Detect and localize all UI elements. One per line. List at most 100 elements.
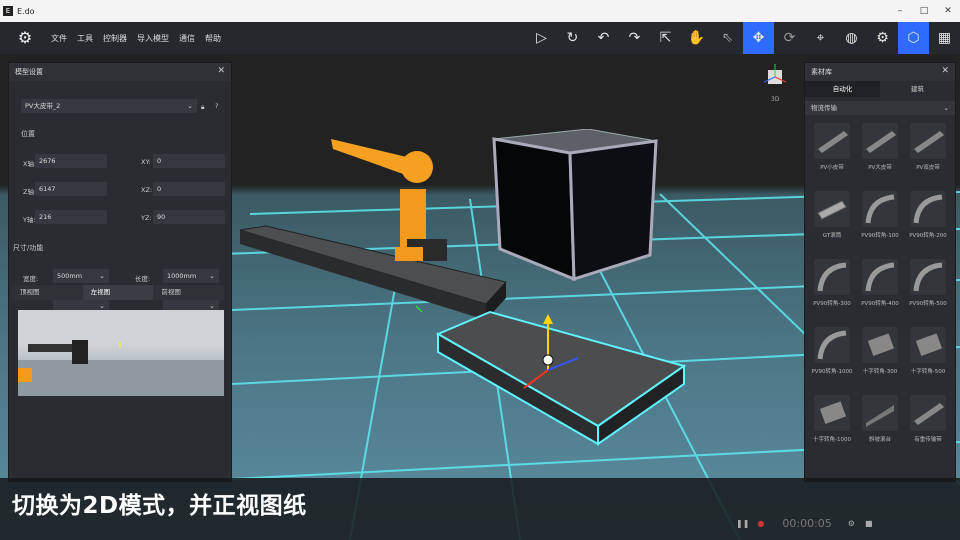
xy-field[interactable]: 0	[153, 154, 225, 168]
asset-item[interactable]: 斜坡滚台	[857, 395, 903, 443]
asset-item[interactable]: PV双皮带	[905, 123, 951, 171]
asset-item[interactable]: PV90转角-300	[809, 259, 855, 307]
recording-controls: ❚❚ ● 00:00:05 ⚙ ■	[730, 510, 960, 536]
move-icon: ✥	[752, 30, 765, 46]
width-select[interactable]: 500mm ⌄	[53, 269, 109, 283]
robot-arm-logo-icon: ⚙	[17, 28, 33, 47]
menu-controller[interactable]: 控制器	[103, 33, 127, 44]
globe-icon: ◍	[845, 30, 858, 46]
z-axis-field[interactable]: 6147	[35, 182, 107, 196]
model-select-value: PV大皮带_2	[25, 102, 61, 110]
asset-label: PV90转角-200	[909, 233, 947, 239]
menu-file[interactable]: 文件	[51, 33, 67, 44]
asset-item[interactable]: PV小皮带	[809, 123, 855, 171]
globe-button[interactable]: ◍	[836, 22, 867, 54]
undo-icon: ↶	[597, 30, 610, 46]
asset-thumbnail	[862, 191, 898, 227]
asset-item[interactable]: PV90转角-200	[905, 191, 951, 239]
model-select[interactable]: PV大皮带_2 ⌄	[21, 99, 197, 113]
select-cursor-button[interactable]: ⇱	[650, 22, 681, 54]
undo-button[interactable]: ↶	[588, 22, 619, 54]
asset-item[interactable]: PV90转角-100	[857, 191, 903, 239]
width-value: 500mm	[57, 272, 83, 280]
length-label: 长度:	[135, 275, 151, 283]
play-icon: ▷	[536, 30, 547, 46]
grid-apps-icon: ▦	[937, 30, 952, 46]
close-icon[interactable]: ✕	[217, 66, 225, 76]
asset-item[interactable]: 有重传输带	[905, 395, 951, 443]
maximize-button[interactable]: □	[912, 0, 936, 22]
asset-label: 十字转角-1000	[813, 437, 851, 443]
model-settings-header: 模型设置 ✕	[9, 63, 231, 81]
asset-label: PV双皮带	[916, 165, 940, 171]
close-icon[interactable]: ✕	[941, 66, 949, 76]
yz-field[interactable]: 90	[153, 210, 225, 224]
asset-item[interactable]: PV90转角-500	[905, 259, 951, 307]
target-button[interactable]: ⌖	[805, 22, 836, 54]
asset-item[interactable]: GT滚筒	[809, 191, 855, 239]
asset-item[interactable]: PV90转角-400	[857, 259, 903, 307]
category-header[interactable]: 物流传输 ⌄	[805, 101, 955, 115]
robot-hand-button[interactable]: ✋	[681, 22, 712, 54]
redo-button[interactable]: ↷	[619, 22, 650, 54]
rotate-button[interactable]: ⟳	[774, 22, 805, 54]
dark-cabinet-frame[interactable]	[488, 129, 663, 289]
chevron-down-icon: ⌄	[187, 102, 193, 110]
asset-label: 十字转角-500	[910, 369, 946, 375]
stop-icon[interactable]: ■	[865, 519, 873, 528]
y-axis-field[interactable]: 216	[35, 210, 107, 224]
menu-help[interactable]: 帮助	[205, 33, 221, 44]
x-axis-field[interactable]: 2676	[35, 154, 107, 168]
y-axis-label: Y轴:	[23, 216, 36, 224]
asset-label: PV90转角-400	[861, 301, 899, 307]
gear-icon: ⚙	[876, 30, 889, 46]
asset-item[interactable]: PV90转角-1000	[809, 327, 855, 375]
app-icon: E	[3, 6, 13, 16]
category-label: 物流传输	[811, 104, 837, 112]
reset-button[interactable]: ↻	[557, 22, 588, 54]
pause-icon[interactable]: ❚❚	[736, 519, 749, 528]
length-select[interactable]: 1000mm ⌄	[163, 269, 219, 283]
xz-field[interactable]: 0	[153, 182, 225, 196]
settings-icon[interactable]: ⚙	[848, 519, 855, 528]
grid-apps-button[interactable]: ▦	[929, 22, 960, 54]
view-cube-gizmo[interactable]	[760, 62, 790, 92]
xz-label: XZ:	[141, 186, 153, 194]
yz-label: YZ:	[141, 214, 152, 222]
asset-thumbnail	[910, 327, 946, 363]
recording-time: 00:00:05	[782, 516, 832, 530]
panel-title: 模型设置	[15, 68, 43, 76]
close-window-button[interactable]: ✕	[936, 0, 960, 22]
minimize-button[interactable]: –	[888, 0, 912, 22]
menu-communication[interactable]: 通信	[179, 33, 195, 44]
industrial-robot-arm[interactable]	[325, 129, 475, 269]
tab-building[interactable]: 建筑	[880, 81, 955, 97]
chevron-down-icon: ⌄	[99, 272, 105, 280]
record-icon[interactable]: ●	[757, 519, 764, 528]
tab-left-view[interactable]: 左视图	[82, 285, 154, 300]
cube-button[interactable]: ⬡	[898, 22, 929, 54]
asset-thumbnail	[910, 191, 946, 227]
asset-item[interactable]: 十字转角-500	[905, 327, 951, 375]
asset-thumbnail	[910, 123, 946, 159]
asset-item[interactable]: 十字转角-300	[857, 327, 903, 375]
tab-top-view[interactable]: 顶视图	[12, 285, 83, 300]
lock-icon[interactable]: 🔒︎	[201, 103, 204, 112]
view-mode-label: 3D	[771, 96, 780, 103]
asset-label: PV大皮带	[868, 165, 892, 171]
tab-automation[interactable]: 自动化	[805, 81, 880, 97]
tab-front-view[interactable]: 前视图	[153, 285, 225, 300]
pointer-button[interactable]: ⇖	[712, 22, 743, 54]
menu-import-model[interactable]: 导入模型	[137, 33, 169, 44]
move-button[interactable]: ✥	[743, 22, 774, 54]
play-button[interactable]: ▷	[526, 22, 557, 54]
menu-tools[interactable]: 工具	[77, 33, 93, 44]
reset-icon: ↻	[566, 30, 579, 46]
preview-scene	[18, 340, 224, 396]
view-preview[interactable]	[18, 310, 224, 396]
help-icon[interactable]: ?	[215, 102, 218, 110]
asset-item[interactable]: 十字转角-1000	[809, 395, 855, 443]
chevron-down-icon: ⌄	[943, 104, 949, 112]
gear-button[interactable]: ⚙	[867, 22, 898, 54]
asset-item[interactable]: PV大皮带	[857, 123, 903, 171]
